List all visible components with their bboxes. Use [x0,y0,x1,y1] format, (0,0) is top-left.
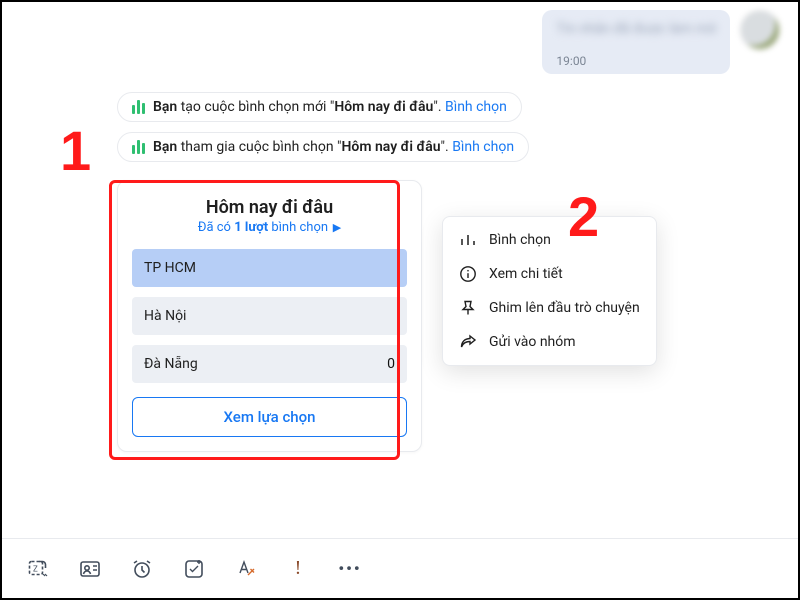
system-messages: Bạn tạo cuộc bình chọn mới "Hôm nay đi đ… [2,74,798,172]
info-icon [459,265,477,283]
pin-icon [459,299,477,317]
menu-vote[interactable]: Bình chọn [443,223,656,257]
poll-bars-icon [132,140,145,154]
poll-option-1[interactable]: TP HCM [132,249,407,287]
caret-right-icon: ▶ [330,221,341,234]
priority-button[interactable]: ! [286,557,310,581]
avatar-column [740,10,780,74]
system-line-create-poll: Bạn tạo cuộc bình chọn mới "Hôm nay đi đ… [117,92,522,122]
menu-detail[interactable]: Xem chi tiết [443,257,656,291]
you-label: Bạn [153,99,177,115]
bars-icon [459,231,477,249]
incoming-message-row: Tin nhắn đã được làm mờ 19:00 [2,2,798,74]
menu-label: Xem chi tiết [489,266,563,282]
poll-title: Hôm nay đi đâu [132,197,407,218]
poll-card: Hôm nay đi đâu Đã có 1 lượt bình chọn ▶ … [117,180,422,452]
context-menu: Bình chọn Xem chi tiết Ghim lên đầu trò … [442,216,657,366]
poll-option-label: Đà Nẵng [144,356,198,372]
menu-label: Bình chọn [489,232,551,248]
poll-option-3[interactable]: Đà Nẵng 0 [132,345,407,383]
you-label: Bạn [153,139,177,155]
poll-option-label: Hà Nội [144,308,186,324]
poll-option-count: 0 [387,356,395,372]
system-line-join-poll: Bạn tham gia cuộc bình chọn "Hôm nay đi … [117,132,529,162]
incoming-message-bubble[interactable]: Tin nhắn đã được làm mờ 19:00 [542,10,730,74]
poll-option-2[interactable]: Hà Nội [132,297,407,335]
menu-label: Gửi vào nhóm [489,334,576,350]
poll-view-choice-button[interactable]: Xem lựa chọn [132,397,407,437]
app-frame: Tin nhắn đã được làm mờ 19:00 Bạn tạo cu… [0,0,800,600]
avatar[interactable] [740,10,780,50]
poll-option-label: TP HCM [144,260,196,276]
format-button[interactable] [234,557,258,581]
vote-link[interactable]: Bình chọn [445,99,507,115]
poll-bars-icon [132,100,145,114]
task-button[interactable] [182,557,206,581]
menu-pin[interactable]: Ghim lên đầu trò chuyện [443,291,656,325]
share-icon [459,333,477,351]
menu-label: Ghim lên đầu trò chuyện [489,300,640,316]
svg-text:Z: Z [33,564,38,573]
contact-card-button[interactable] [78,557,102,581]
vote-link[interactable]: Bình chọn [452,139,514,155]
reminder-button[interactable] [130,557,154,581]
sticker-button[interactable]: Z [26,557,50,581]
menu-forward[interactable]: Gửi vào nhóm [443,325,656,359]
poll-card-wrap: Hôm nay đi đâu Đã có 1 lượt bình chọn ▶ … [117,180,422,452]
more-button[interactable]: ••• [338,557,362,581]
poll-vote-count-link[interactable]: Đã có 1 lượt bình chọn ▶ [132,220,407,235]
composer-toolbar: Z ! ••• [2,538,798,598]
incoming-message-body: Tin nhắn đã được làm mờ [556,20,716,48]
incoming-message-time: 19:00 [556,54,716,68]
